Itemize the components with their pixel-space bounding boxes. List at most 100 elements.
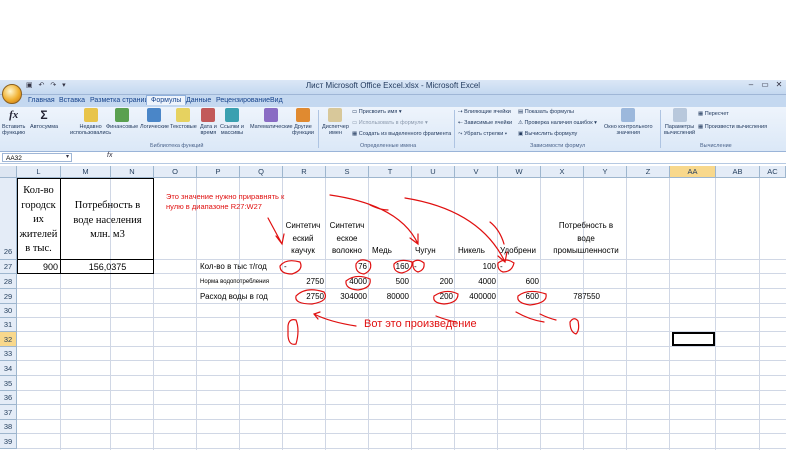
name-manager-button[interactable]: Диспетчер имен (322, 108, 349, 136)
trace-dependents-button[interactable]: ⇠ Зависимые ячейки (458, 120, 512, 126)
cell-V29[interactable]: 400000 (455, 292, 496, 301)
active-cell-cursor[interactable] (672, 332, 715, 346)
cell-U29[interactable]: 200 (412, 292, 453, 301)
cell-P28[interactable]: Норма водопотребления (200, 279, 269, 285)
row-header-31[interactable]: 31 (0, 318, 17, 332)
insert-function-button[interactable]: fx Вставить функцию (2, 108, 25, 136)
column-header-Y[interactable]: Y (584, 166, 627, 178)
evaluate-formula-button[interactable]: ▣ Вычислить формулу (518, 131, 577, 137)
cell-W27[interactable]: - (500, 262, 503, 271)
cell-R29[interactable]: 2750 (283, 292, 324, 301)
cell-S28[interactable]: 4000 (325, 277, 367, 286)
cell-V26[interactable]: Никель (458, 246, 485, 255)
logical-button[interactable]: Логические (140, 108, 169, 130)
autosum-button[interactable]: Σ Автосумма (30, 108, 58, 130)
column-header-V[interactable]: V (455, 166, 498, 178)
row-header-30[interactable]: 30 (0, 304, 17, 318)
name-box[interactable]: AA32 (2, 153, 72, 162)
row-header-33[interactable]: 33 (0, 347, 17, 361)
column-header-L[interactable]: L (17, 166, 61, 178)
row-header-37[interactable]: 37 (0, 405, 17, 420)
cell-M27[interactable]: 156,0375 (61, 262, 154, 272)
fx-button[interactable]: fx (107, 152, 112, 159)
create-from-selection-button[interactable]: ▦ Создать из выделенного фрагмента (352, 131, 451, 137)
watch-window-button[interactable]: Окно контрольного значения (604, 108, 653, 136)
cell-U26[interactable]: Чугун (415, 246, 436, 255)
cell-W29[interactable]: 600 (497, 292, 539, 301)
row-header-39[interactable]: 39 (0, 434, 17, 449)
select-all-corner[interactable] (0, 166, 17, 178)
cell-T26[interactable]: Медь (372, 246, 392, 255)
column-header-AC[interactable]: AC (760, 166, 786, 178)
cell-T28[interactable]: 500 (369, 277, 409, 286)
row-header-29[interactable]: 29 (0, 289, 17, 304)
cell-R27[interactable]: - (284, 262, 287, 271)
row-header-34[interactable]: 34 (0, 361, 17, 376)
tab-insert[interactable]: Вставка (55, 96, 89, 105)
calc-sheet-button[interactable]: ▦ Произвести вычисления (698, 124, 767, 130)
column-header-P[interactable]: P (197, 166, 240, 178)
tab-view[interactable]: Вид (266, 96, 287, 105)
column-header-M[interactable]: M (61, 166, 111, 178)
row-header-27[interactable]: 27 (0, 260, 17, 274)
column-header-Q[interactable]: Q (240, 166, 283, 178)
datetime-button[interactable]: Дата и время (200, 108, 217, 136)
column-header-R[interactable]: R (283, 166, 326, 178)
row-header-28[interactable]: 28 (0, 274, 17, 289)
cell-L26[interactable]: Кол-во городск их жителей в тыс. (17, 184, 60, 257)
tab-formulas[interactable]: Формулы (146, 95, 187, 105)
use-in-formula-button[interactable]: ▭ Использовать в формуле ▾ (352, 120, 428, 126)
more-functions-button[interactable]: Другие функции (292, 108, 314, 136)
column-header-X[interactable]: X (541, 166, 584, 178)
show-formulas-button[interactable]: ▤ Показать формулы (518, 109, 574, 115)
name-box-dropdown-icon[interactable]: ▾ (66, 153, 69, 160)
define-name-button[interactable]: ▭ Присвоить имя ▾ (352, 109, 402, 115)
row-header-36[interactable]: 36 (0, 391, 17, 405)
calc-now-button[interactable]: ▦ Пересчет (698, 111, 729, 117)
column-header-Z[interactable]: Z (627, 166, 670, 178)
column-header-T[interactable]: T (369, 166, 412, 178)
cell-V28[interactable]: 4000 (455, 277, 496, 286)
cell-P29[interactable]: Расход воды в год (200, 292, 268, 301)
tab-data[interactable]: Данные (182, 96, 215, 105)
office-button[interactable] (2, 84, 22, 104)
maximize-button[interactable]: ▭ (758, 80, 772, 89)
column-header-AB[interactable]: AB (716, 166, 760, 178)
cell-U27[interactable]: - (414, 262, 417, 271)
row-header-38[interactable]: 38 (0, 420, 17, 434)
cell-W26[interactable]: Удобрени (500, 246, 536, 255)
calc-options-button[interactable]: Параметры вычислений (664, 108, 695, 136)
cell-S27[interactable]: 76 (325, 262, 367, 271)
cell-W28[interactable]: 600 (497, 277, 539, 286)
row-header-26[interactable]: 26 (0, 178, 17, 260)
cell-S29[interactable]: 304000 (325, 292, 367, 301)
lookup-button[interactable]: Ссылки и массивы (220, 108, 244, 136)
cell-M26[interactable]: Потребность в воде населения млн. м3 (61, 199, 154, 243)
cell-X29[interactable]: 787550 (540, 292, 600, 301)
text-functions-button[interactable]: Текстовые (170, 108, 197, 130)
close-button[interactable]: ✕ (772, 80, 786, 89)
cell-U28[interactable]: 200 (412, 277, 453, 286)
row-header-32[interactable]: 32 (0, 332, 17, 347)
tab-home[interactable]: Главная (24, 96, 59, 105)
column-header-N[interactable]: N (111, 166, 154, 178)
remove-arrows-button[interactable]: ⤳ Убрать стрелки ▾ (458, 131, 507, 138)
recent-functions-button[interactable]: Недавно использовались (70, 108, 111, 136)
math-button[interactable]: Математические (250, 108, 293, 130)
minimize-button[interactable]: – (744, 80, 758, 89)
column-header-AA[interactable]: AA (670, 166, 716, 178)
cell-V27[interactable]: 100 (455, 262, 496, 271)
cell-T29[interactable]: 80000 (369, 292, 409, 301)
error-checking-button[interactable]: ⚠ Проверка наличия ошибок ▾ (518, 120, 597, 126)
cell-X26[interactable]: Потребность в воде промышленности (540, 220, 632, 258)
cell-R26[interactable]: Синтетич еский каучук (280, 220, 326, 258)
column-header-U[interactable]: U (412, 166, 455, 178)
cell-R28[interactable]: 2750 (283, 277, 324, 286)
column-header-W[interactable]: W (498, 166, 541, 178)
cell-P27[interactable]: Кол-во в тыс т/год (200, 262, 267, 271)
cell-T27[interactable]: 160 (369, 262, 409, 271)
trace-precedents-button[interactable]: ⇢ Влияющие ячейки (458, 109, 511, 115)
row-header-35[interactable]: 35 (0, 376, 17, 391)
financial-button[interactable]: Финансовые (106, 108, 138, 130)
cell-L27[interactable]: 900 (17, 262, 58, 272)
